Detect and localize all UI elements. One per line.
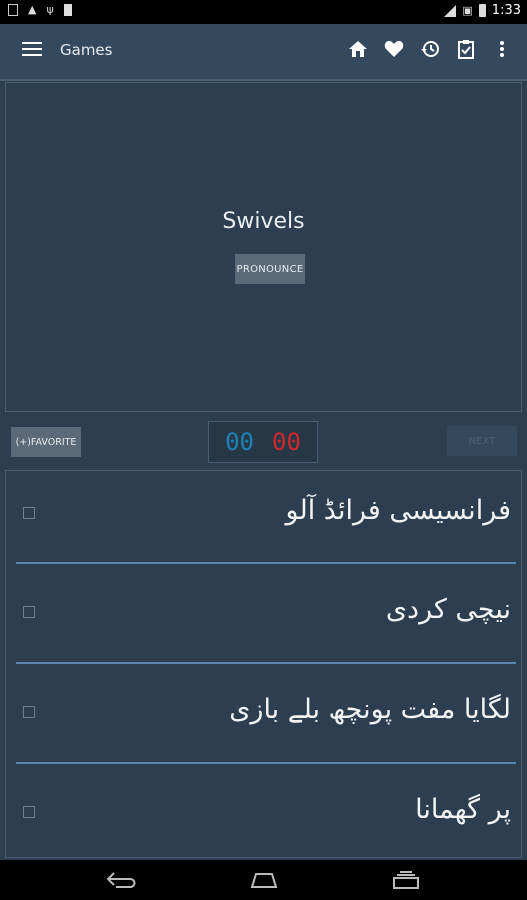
- usb-icon: ψ: [46, 3, 54, 16]
- more-icon[interactable]: [491, 38, 513, 60]
- status-bar: ▲ ψ ▣ 1:33: [0, 0, 527, 24]
- quiz-word: Swivels: [222, 209, 305, 234]
- answer-options: فرانسیسی فرائڈ آلو نیچی کردی لگایا مفت پ…: [5, 470, 522, 858]
- clipboard-icon[interactable]: [455, 38, 477, 60]
- option-4[interactable]: پر گھمانا: [6, 771, 521, 864]
- app-bar: Games: [0, 24, 527, 81]
- heart-icon[interactable]: [383, 38, 405, 60]
- signal-icon: [444, 4, 457, 17]
- divider: [16, 762, 516, 764]
- divider: [16, 662, 516, 664]
- sd-card-icon: [63, 4, 72, 16]
- battery-icon: [478, 4, 486, 17]
- home-icon[interactable]: [347, 38, 369, 60]
- recent-apps-icon[interactable]: [388, 868, 424, 892]
- pronounce-button[interactable]: PRONOUNCE: [235, 254, 305, 284]
- divider: [16, 562, 516, 564]
- option-text: پر گھمانا: [415, 794, 511, 825]
- alert-icon: ▲: [28, 3, 37, 16]
- option-text: فرانسیسی فرائڈ آلو: [285, 495, 511, 526]
- no-sim-icon: ▣: [462, 3, 473, 17]
- option-3[interactable]: لگایا مفت پونچھ بلے بازی: [6, 671, 521, 764]
- option-checkbox[interactable]: [23, 606, 35, 618]
- next-button[interactable]: NEXT: [447, 426, 517, 456]
- option-2[interactable]: نیچی کردی: [6, 571, 521, 664]
- history-icon[interactable]: [419, 38, 441, 60]
- option-1[interactable]: فرانسیسی فرائڈ آلو: [6, 471, 521, 564]
- wrong-score: 00: [272, 428, 301, 456]
- notification-icon: [8, 4, 18, 16]
- clock: 1:33: [491, 3, 521, 18]
- favorite-button[interactable]: (+)FAVORITE: [11, 427, 81, 457]
- score-display: 00 00: [208, 421, 318, 463]
- option-text: لگایا مفت پونچھ بلے بازی: [229, 694, 511, 725]
- correct-score: 00: [225, 428, 254, 456]
- option-checkbox[interactable]: [23, 507, 35, 519]
- option-text: نیچی کردی: [385, 594, 511, 625]
- app-title: Games: [60, 41, 113, 59]
- option-checkbox[interactable]: [23, 806, 35, 818]
- home-nav-icon[interactable]: [246, 868, 282, 892]
- word-card: Swivels PRONOUNCE: [5, 82, 522, 412]
- option-checkbox[interactable]: [23, 706, 35, 718]
- back-icon[interactable]: [104, 868, 140, 892]
- navigation-bar: [0, 860, 527, 900]
- menu-icon[interactable]: [22, 42, 42, 58]
